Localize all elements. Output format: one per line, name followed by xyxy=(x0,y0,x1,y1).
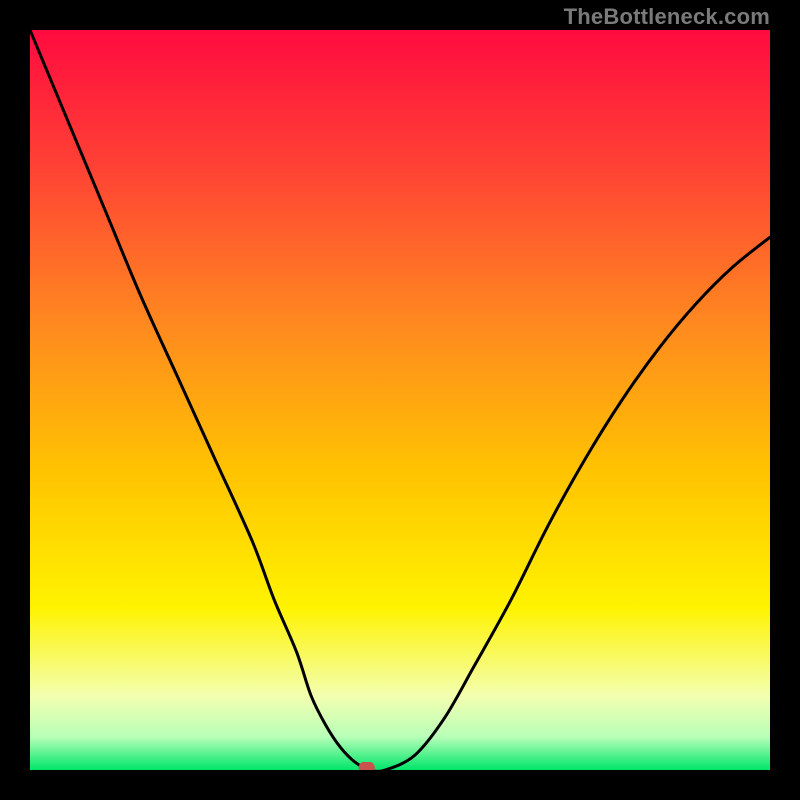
gradient-background xyxy=(30,30,770,770)
chart-svg xyxy=(30,30,770,770)
watermark-label: TheBottleneck.com xyxy=(564,4,770,30)
plot-area xyxy=(30,30,770,770)
chart-frame: TheBottleneck.com xyxy=(0,0,800,800)
optimal-point-marker xyxy=(359,762,375,770)
